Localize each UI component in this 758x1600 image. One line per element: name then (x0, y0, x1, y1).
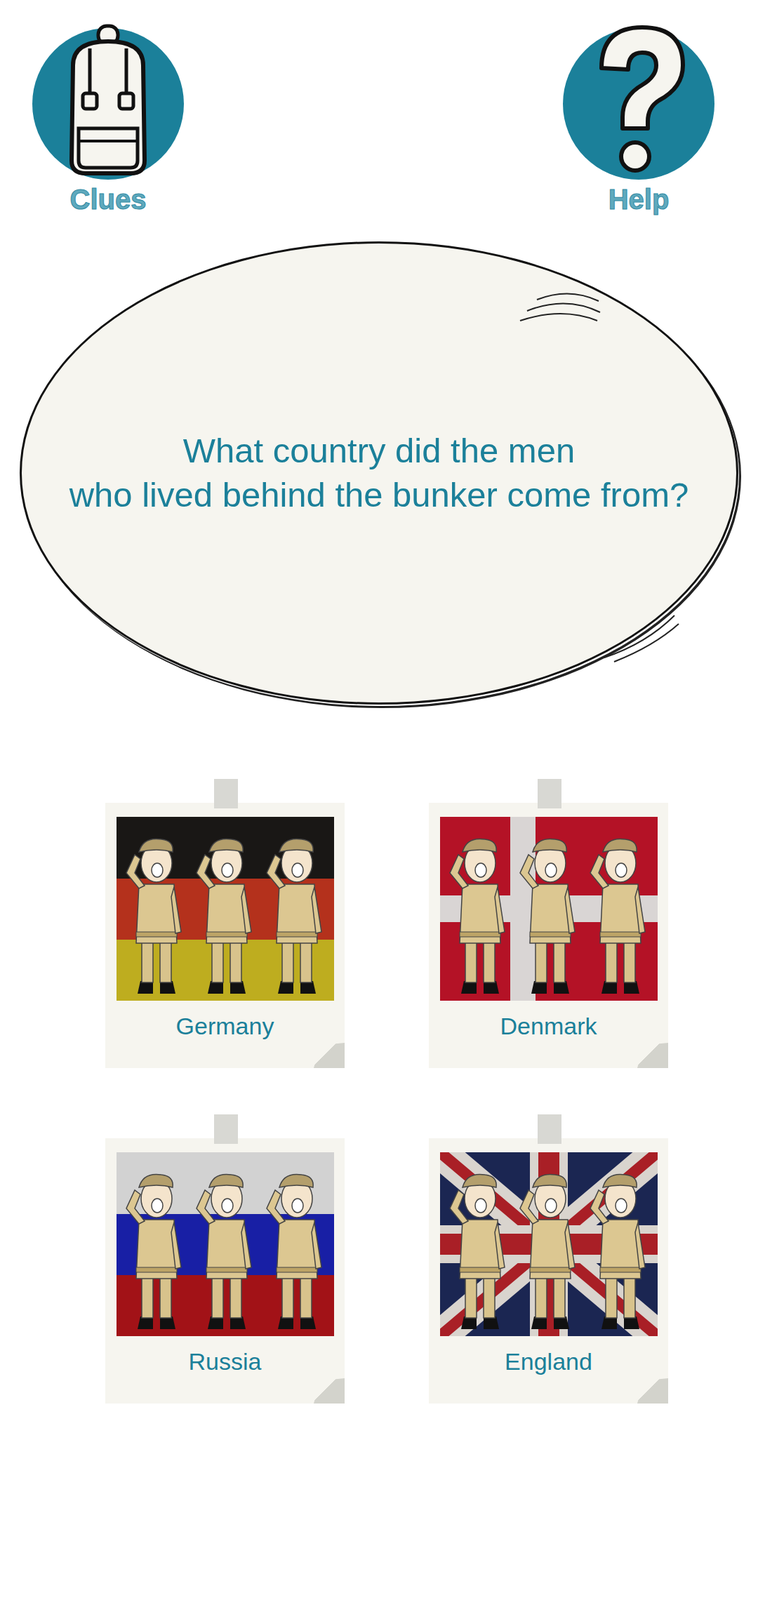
answer-label: England (504, 1346, 593, 1378)
union-jack-icon (440, 1152, 658, 1337)
soldier-icon (126, 838, 182, 994)
soldier-icon (449, 838, 505, 994)
clues-label: Clues (70, 182, 147, 217)
denmark-flag-icon (440, 816, 658, 1001)
question-mark-icon (586, 23, 692, 185)
question-bubble: What country did the menwho lived behind… (19, 241, 739, 705)
answer-card[interactable]: Denmark (428, 802, 669, 1069)
answer-picture (116, 1152, 335, 1337)
clues-button[interactable]: Clues (32, 28, 184, 217)
answer-card[interactable]: Germany (105, 802, 345, 1069)
quiz-screen: Clues Help What country did the menwho liv… (0, 0, 758, 1600)
soldier-icon (520, 1174, 575, 1330)
soldier-icon (126, 1174, 182, 1330)
top-bar: Clues Help (0, 0, 758, 217)
answer-picture (116, 816, 335, 1001)
backpack-icon (51, 23, 165, 185)
germany-flag-icon (116, 816, 335, 1001)
answer-card[interactable]: England (428, 1138, 669, 1404)
answer-grid: Germany Denmark Russia England (89, 802, 669, 1404)
answer-picture (440, 1152, 658, 1337)
russia-flag-icon (116, 1152, 335, 1337)
soldier-icon (590, 1174, 646, 1330)
question-text: What country did the men (183, 428, 575, 474)
sketch-lines-icon (513, 285, 605, 328)
help-label: Help (608, 182, 670, 217)
answer-label: Denmark (500, 1010, 598, 1042)
soldier-icon (266, 1174, 322, 1330)
clues-circle (32, 28, 184, 180)
sketch-lines-icon (597, 608, 682, 665)
soldier-icon (520, 838, 575, 994)
answer-label: Germany (176, 1010, 275, 1042)
soldier-icon (196, 1174, 252, 1330)
question-text: who lived behind the bunker come from? (69, 473, 690, 518)
answer-picture (440, 816, 658, 1001)
answer-label: Russia (188, 1346, 262, 1378)
soldier-icon (590, 838, 646, 994)
help-circle (562, 28, 715, 180)
soldier-icon (449, 1174, 505, 1330)
soldier-icon (266, 838, 322, 994)
soldier-icon (196, 838, 252, 994)
help-button[interactable]: Help (562, 28, 715, 217)
answer-card[interactable]: Russia (105, 1138, 345, 1404)
